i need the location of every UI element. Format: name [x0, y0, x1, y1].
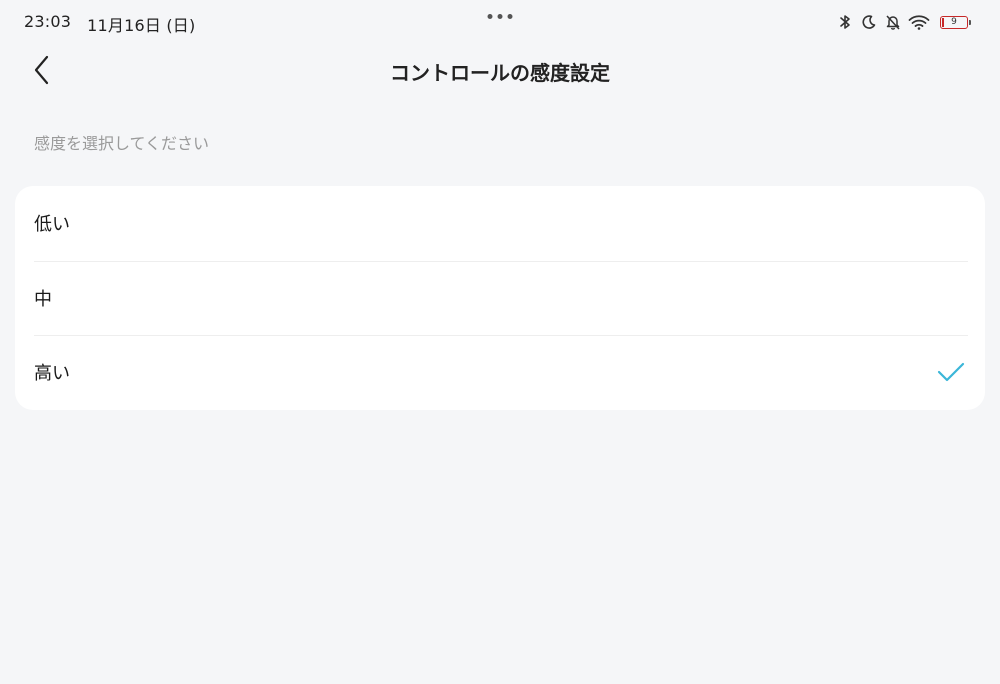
checkmark-icon — [937, 363, 965, 382]
status-left: 23:03 11月16日 (日) — [24, 12, 195, 36]
section-label: 感度を選択してください — [34, 134, 210, 153]
option-high[interactable]: 高い — [15, 335, 985, 410]
wifi-icon — [908, 13, 930, 31]
option-low[interactable]: 低い — [15, 186, 985, 261]
option-medium[interactable]: 中 — [15, 260, 985, 336]
dot — [507, 14, 513, 19]
battery-icon: 9 — [940, 15, 971, 29]
option-label: 低い — [34, 214, 70, 236]
page-title: コントロールの感度設定 — [390, 61, 610, 85]
dot — [497, 14, 503, 19]
sensitivity-options-list: 低い 中 高い — [15, 186, 985, 410]
option-label: 中 — [34, 288, 52, 310]
window-menu-dots[interactable] — [487, 14, 513, 19]
bell-off-icon — [884, 13, 902, 31]
battery-fill — [942, 17, 944, 27]
bluetooth-icon — [836, 13, 854, 31]
status-date: 11月16日 (日) — [87, 16, 196, 35]
moon-icon — [860, 13, 878, 31]
status-bar: 23:03 11月16日 (日) 9 — [0, 0, 1000, 46]
option-label: 高い — [34, 363, 70, 385]
status-icons: 9 — [836, 13, 971, 31]
battery-level: 9 — [951, 17, 957, 27]
dot — [487, 14, 493, 19]
header: コントロールの感度設定 — [0, 46, 1000, 94]
status-time: 23:03 — [24, 12, 72, 31]
